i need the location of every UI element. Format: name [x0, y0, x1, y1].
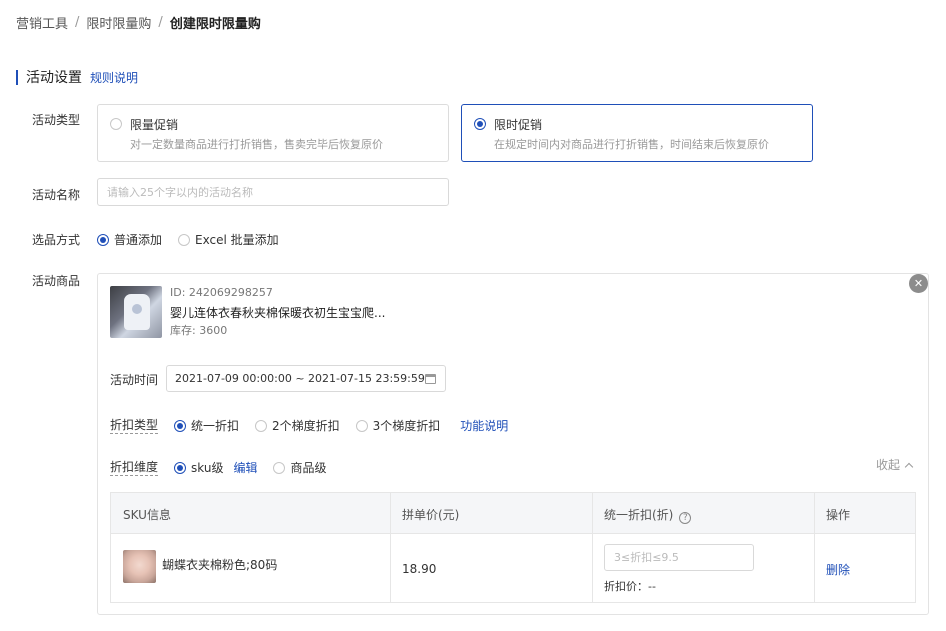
sku-price: 18.90 [402, 562, 437, 576]
feature-help-link[interactable]: 功能说明 [460, 417, 508, 434]
column-divider [390, 493, 391, 602]
select-method-normal[interactable]: 普通添加 [97, 231, 162, 248]
breadcrumb-current: 创建限时限量购 [169, 17, 261, 32]
chevron-up-icon [904, 462, 914, 471]
product-name: 婴儿连体衣春秋夹棉保暖衣初生宝宝爬... [170, 306, 386, 320]
radio-3-tier-discount[interactable] [355, 419, 368, 432]
header-uniform-discount-label: 统一折扣(折) [604, 508, 674, 522]
activity-type-card-quantity[interactable]: 限量促销 对一定数量商品进行打折销售，售卖完毕后恢复原价 [97, 104, 449, 162]
select-method-excel[interactable]: Excel 批量添加 [178, 231, 279, 248]
delete-sku-button[interactable]: 删除 [826, 561, 850, 578]
header-action: 操作 [826, 508, 851, 522]
collapse-label: 收起 [876, 458, 901, 472]
option-label: 3个梯度折扣 [372, 419, 441, 433]
activity-name-label: 活动名称 [32, 188, 81, 202]
close-icon[interactable]: ✕ [909, 274, 928, 293]
activity-name-input[interactable] [97, 178, 449, 206]
radio-time[interactable] [474, 118, 486, 130]
discount-dimension-label: 折扣维度 [110, 460, 159, 476]
help-icon[interactable]: ? [679, 512, 692, 524]
header-group-price: 拼单价(元) [402, 508, 460, 522]
activity-type-desc: 在规定时间内对商品进行打折销售，时间结束后恢复原价 [494, 138, 769, 151]
radio-excel-add[interactable] [178, 233, 191, 246]
breadcrumb-item-flash-sale[interactable]: 限时限量购 [86, 13, 151, 32]
sku-table: SKU信息 拼单价(元) 统一折扣(折)? 操作 蝴蝶衣夹棉粉色;80码 18.… [110, 492, 916, 603]
sku-thumbnail [123, 550, 156, 583]
rules-link[interactable]: 规则说明 [90, 69, 138, 86]
option-label: 普通添加 [114, 233, 163, 247]
activity-type-label: 活动类型 [32, 113, 81, 127]
breadcrumb-separator: / [75, 15, 80, 30]
discount-dimension-group: sku级 编辑 商品级 [174, 459, 342, 476]
breadcrumb-separator: / [158, 15, 163, 30]
activity-type-desc: 对一定数量商品进行打折销售，售卖完毕后恢复原价 [130, 138, 383, 151]
product-image-detail [132, 304, 142, 314]
radio-sku-level[interactable] [174, 461, 186, 474]
section-header: 活动设置 规则说明 [16, 67, 138, 87]
calendar-icon [425, 374, 436, 384]
radio-normal-add[interactable] [97, 233, 109, 246]
radio-product-level[interactable] [273, 461, 286, 474]
breadcrumb: 营销工具 / 限时限量购 / 创建限时限量购 [16, 13, 261, 32]
discount-type-2-tier[interactable]: 2个梯度折扣 [255, 417, 340, 434]
sku-table-header [111, 493, 915, 534]
option-label: sku级 [191, 461, 224, 475]
product-id: ID: 242069298257 [170, 286, 273, 299]
activity-type-title: 限时促销 [494, 118, 543, 132]
sku-name: 蝴蝶衣夹棉粉色;80码 [162, 558, 278, 572]
edit-link[interactable]: 编辑 [233, 459, 257, 476]
activity-time-picker[interactable]: 2021-07-09 00:00:00 ~ 2021-07-15 23:59:5… [166, 365, 446, 392]
activity-type-title: 限量促销 [130, 118, 179, 132]
select-method-label: 选品方式 [32, 233, 81, 247]
option-label: 商品级 [290, 461, 327, 475]
column-divider [814, 493, 815, 602]
radio-uniform-discount[interactable] [174, 419, 186, 432]
radio-2-tier-discount[interactable] [255, 419, 268, 432]
discount-type-label: 折扣类型 [110, 418, 159, 434]
activity-type-card-time[interactable]: 限时促销 在规定时间内对商品进行打折销售，时间结束后恢复原价 [461, 104, 813, 162]
breadcrumb-item-marketing-tools[interactable]: 营销工具 [16, 13, 68, 32]
column-divider [592, 493, 593, 602]
section-title: 活动设置 [26, 70, 82, 86]
discount-type-uniform[interactable]: 统一折扣 [174, 417, 239, 434]
sku-discount-input[interactable] [604, 544, 754, 571]
sku-discount-price: 折扣价：-- [604, 580, 656, 593]
select-method-group: 普通添加 Excel 批量添加 [97, 231, 295, 248]
product-stock: 库存: 3600 [170, 324, 228, 337]
product-thumbnail [110, 286, 162, 338]
discount-type-3-tier[interactable]: 3个梯度折扣 [355, 417, 441, 434]
section-accent-bar [16, 69, 18, 85]
activity-products-label: 活动商品 [32, 274, 81, 288]
activity-time-label: 活动时间 [110, 373, 159, 387]
option-label: Excel 批量添加 [195, 233, 279, 247]
collapse-toggle[interactable]: 收起 [876, 456, 914, 473]
dimension-product[interactable]: 商品级 [273, 459, 326, 476]
option-label: 统一折扣 [191, 419, 240, 433]
header-sku-info: SKU信息 [123, 508, 171, 522]
dimension-sku[interactable]: sku级 [174, 459, 223, 476]
option-label: 2个梯度折扣 [272, 419, 340, 433]
discount-type-group: 统一折扣 2个梯度折扣 3个梯度折扣 功能说明 [174, 417, 524, 434]
activity-time-value: 2021-07-09 00:00:00 ~ 2021-07-15 23:59:5… [175, 372, 425, 385]
header-uniform-discount: 统一折扣(折)? [604, 506, 692, 524]
radio-quantity[interactable] [110, 118, 122, 130]
